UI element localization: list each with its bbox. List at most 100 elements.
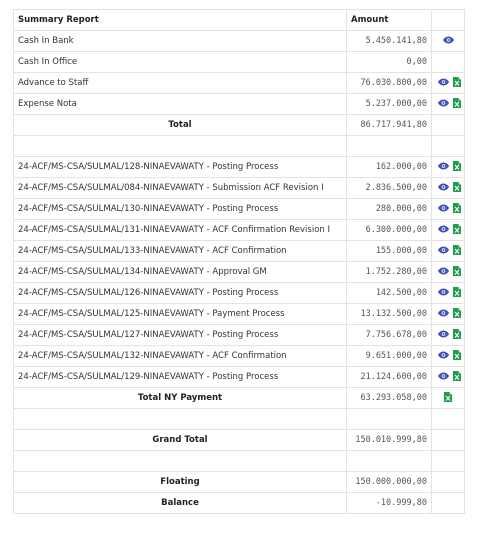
view-eye-icon[interactable] [438,351,449,362]
payment-row: 24-ACF/MS-CSA/SULMAL/128-NINAEVAWATY - P… [13,156,465,178]
spacer-cell [13,450,347,472]
payment-row-label: 24-ACF/MS-CSA/SULMAL/129-NINAEVAWATY - P… [13,366,347,388]
payment-row-label: 24-ACF/MS-CSA/SULMAL/131-NINAEVAWATY - A… [13,219,347,241]
payment-row-actions [431,156,465,178]
payment-row-amount: 1.752.280,00 [346,261,432,283]
view-eye-icon[interactable] [438,99,449,110]
summary-row-amount: 76.030.800,00 [346,72,432,94]
excel-export-icon[interactable] [453,328,461,342]
view-eye-icon[interactable] [438,204,449,215]
floating-row-amount: 150.000.000,00 [346,471,432,493]
view-eye-icon[interactable] [442,36,454,47]
payment-row-actions [431,261,465,283]
payment-row: 24-ACF/MS-CSA/SULMAL/133-NINAEVAWATY - A… [13,240,465,262]
payment-row-actions [431,345,465,367]
view-eye-icon[interactable] [438,246,449,257]
spacer-cell [431,408,465,430]
view-eye-icon[interactable] [438,309,449,320]
spacer-cell [13,135,347,157]
total-row-label: Total [13,114,347,136]
payment-row-actions [431,366,465,388]
header-summary-report: Summary Report [13,9,347,31]
view-eye-icon[interactable] [438,288,449,299]
total-ny-payment-row: Total NY Payment 63.293.058,00 [13,387,465,409]
spacer-row [13,135,465,157]
payment-row: 24-ACF/MS-CSA/SULMAL/134-NINAEVAWATY - A… [13,261,465,283]
excel-export-icon[interactable] [453,223,461,237]
payment-row-actions [431,324,465,346]
payment-row-actions [431,240,465,262]
total-ny-payment-row-actions [431,387,465,409]
view-eye-icon[interactable] [438,372,449,383]
excel-export-icon[interactable] [453,181,461,195]
summary-row: Advance to Staff 76.030.800,00 [13,72,465,94]
balance-row: Balance -10.999,80 [13,492,465,514]
payment-row-actions [431,198,465,220]
table-header-row: Summary Report Amount [13,9,465,31]
spacer-cell [346,408,432,430]
excel-export-icon[interactable] [453,307,461,321]
total-ny-payment-row-label: Total NY Payment [13,387,347,409]
payment-row-label: 24-ACF/MS-CSA/SULMAL/084-NINAEVAWATY - S… [13,177,347,199]
payment-row-amount: 280.000,00 [346,198,432,220]
payment-row-label: 24-ACF/MS-CSA/SULMAL/126-NINAEVAWATY - P… [13,282,347,304]
spacer-cell [431,450,465,472]
excel-export-icon[interactable] [453,370,461,384]
grand-total-row-amount: 150.010.999,80 [346,429,432,451]
summary-row-actions [431,72,465,94]
floating-row-label: Floating [13,471,347,493]
payment-row-actions [431,219,465,241]
view-eye-icon[interactable] [438,267,449,278]
excel-export-icon[interactable] [453,160,461,174]
payment-row-label: 24-ACF/MS-CSA/SULMAL/133-NINAEVAWATY - A… [13,240,347,262]
payment-row-amount: 155.000,00 [346,240,432,262]
excel-export-icon[interactable] [453,286,461,300]
view-eye-icon[interactable] [438,78,449,89]
summary-row-actions [431,93,465,115]
header-amount: Amount [346,9,432,31]
summary-row-label: Advance to Staff [13,72,347,94]
payment-row: 24-ACF/MS-CSA/SULMAL/084-NINAEVAWATY - S… [13,177,465,199]
spacer-cell [13,408,347,430]
payment-row: 24-ACF/MS-CSA/SULMAL/125-NINAEVAWATY - P… [13,303,465,325]
summary-row-label: Cash In Bank [13,30,347,52]
summary-row: Cash In Office 0,00 [13,51,465,73]
excel-export-icon[interactable] [453,76,461,90]
grand-total-row-label: Grand Total [13,429,347,451]
summary-row-actions [431,30,465,52]
excel-export-icon[interactable] [453,265,461,279]
summary-row-label: Cash In Office [13,51,347,73]
payment-row: 24-ACF/MS-CSA/SULMAL/127-NINAEVAWATY - P… [13,324,465,346]
spacer-cell [346,450,432,472]
payment-row: 24-ACF/MS-CSA/SULMAL/131-NINAEVAWATY - A… [13,219,465,241]
view-eye-icon[interactable] [438,183,449,194]
total-row-amount: 86.717.941,80 [346,114,432,136]
total-row-actions [431,114,465,136]
view-eye-icon[interactable] [438,162,449,173]
summary-row-actions [431,51,465,73]
payment-row-label: 24-ACF/MS-CSA/SULMAL/130-NINAEVAWATY - P… [13,198,347,220]
payment-row-amount: 142.500,00 [346,282,432,304]
excel-export-icon[interactable] [453,244,461,258]
view-eye-icon[interactable] [438,330,449,341]
floating-row: Floating 150.000.000,00 [13,471,465,493]
floating-row-actions [431,471,465,493]
payment-row-label: 24-ACF/MS-CSA/SULMAL/128-NINAEVAWATY - P… [13,156,347,178]
excel-export-icon[interactable] [453,349,461,363]
payment-row-amount: 7.756.678,00 [346,324,432,346]
grand-total-row: Grand Total 150.010.999,80 [13,429,465,451]
summary-row-label: Expense Nota [13,93,347,115]
excel-export-icon[interactable] [453,202,461,216]
payment-row-actions [431,303,465,325]
payment-row-amount: 13.132.500,00 [346,303,432,325]
excel-export-icon[interactable] [453,97,461,111]
payment-row: 24-ACF/MS-CSA/SULMAL/130-NINAEVAWATY - P… [13,198,465,220]
payment-row: 24-ACF/MS-CSA/SULMAL/126-NINAEVAWATY - P… [13,282,465,304]
excel-export-icon[interactable] [444,391,452,405]
balance-row-amount: -10.999,80 [346,492,432,514]
summary-report-table: Summary Report Amount Cash In Bank 5.450.… [13,9,465,514]
payment-row: 24-ACF/MS-CSA/SULMAL/129-NINAEVAWATY - P… [13,366,465,388]
view-eye-icon[interactable] [438,225,449,236]
spacer-row [13,408,465,430]
summary-row-amount: 5.450.141,80 [346,30,432,52]
